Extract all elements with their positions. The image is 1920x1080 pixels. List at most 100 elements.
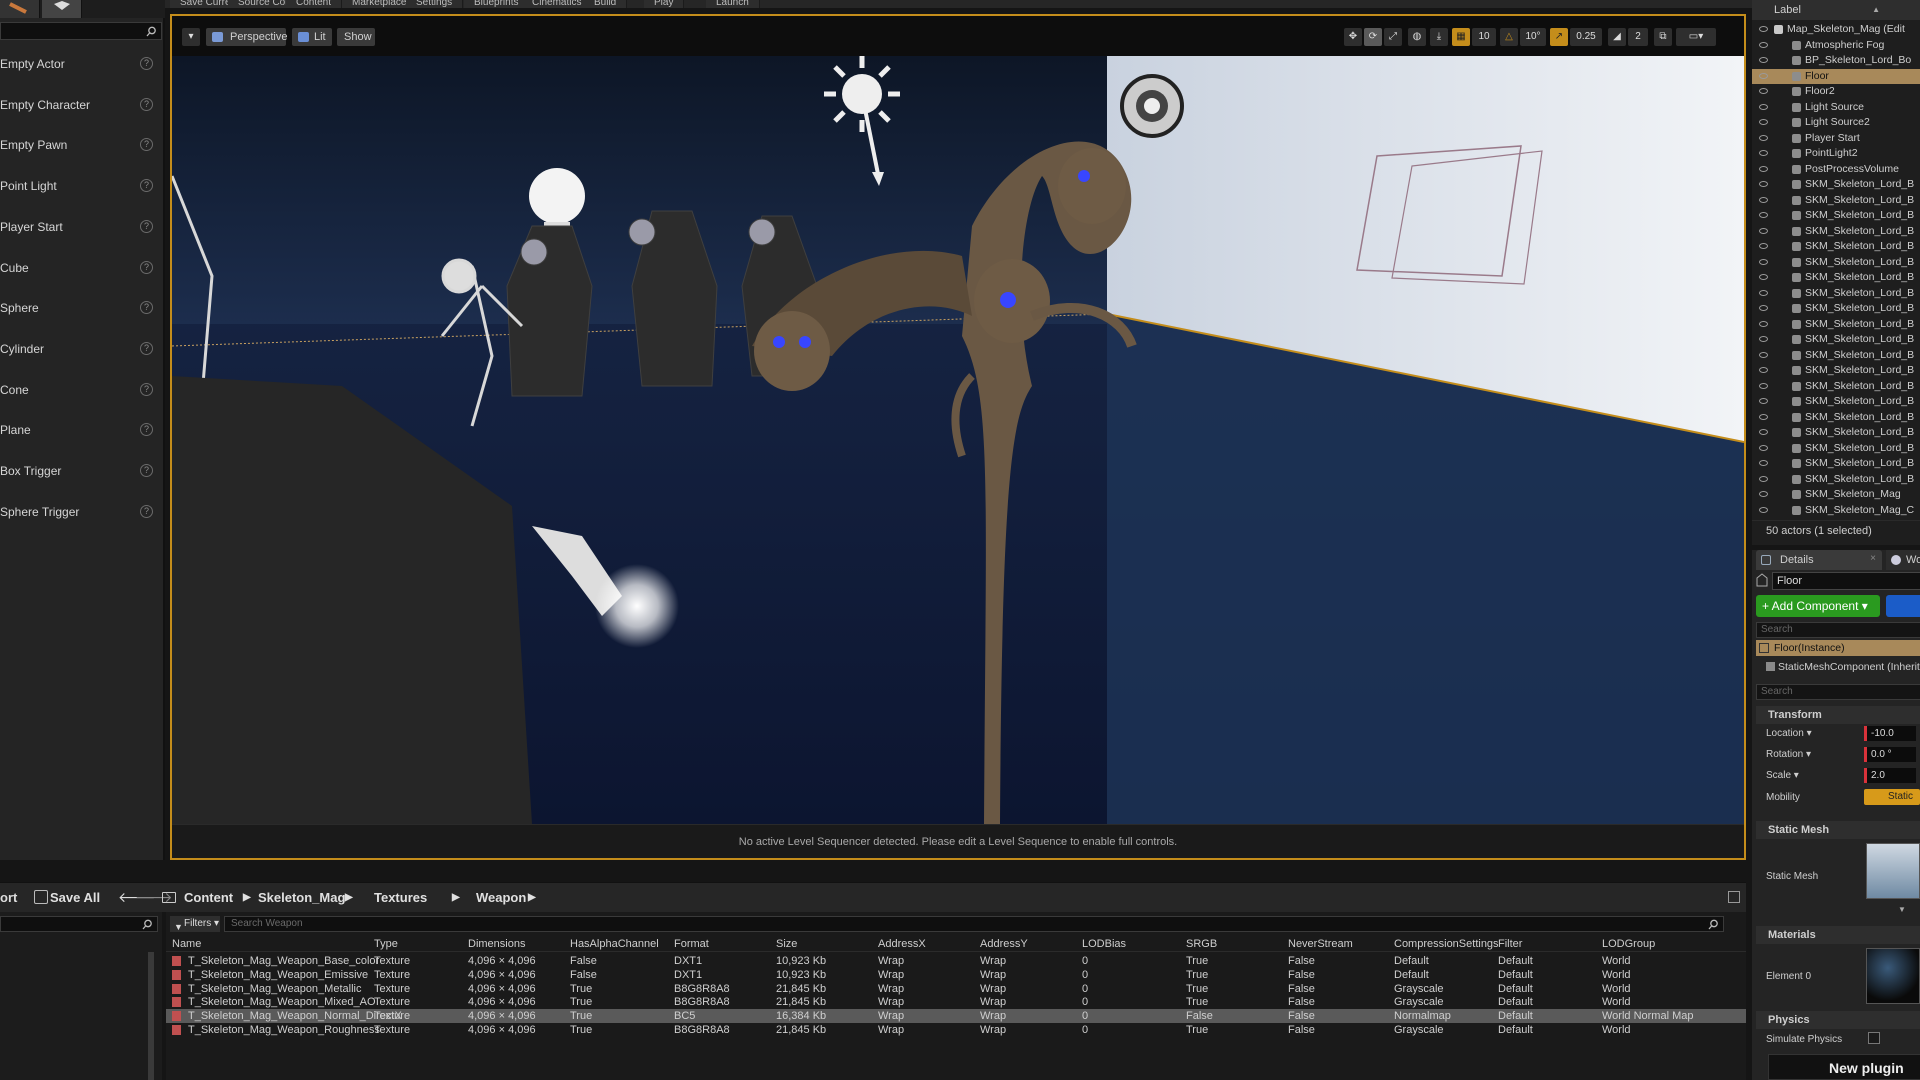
place-item[interactable]: Empty Pawn? (0, 127, 162, 163)
breadcrumb-item[interactable]: Weapon (476, 883, 526, 913)
place-item[interactable]: Player Start? (0, 209, 162, 245)
blueprint-button[interactable] (1886, 595, 1920, 617)
visibility-eye-icon[interactable] (1759, 398, 1768, 404)
outliner-row[interactable]: SKM_Skeleton_Lord_B (1752, 332, 1920, 348)
scale-x-field[interactable]: 2.0 (1864, 768, 1916, 783)
outliner-label-column[interactable]: Label ▲ (1752, 0, 1920, 20)
outliner-row[interactable]: SKM_Skeleton_Lord_B (1752, 317, 1920, 333)
table-row[interactable]: T_Skeleton_Mag_Weapon_Roughness Texture 4,… (166, 1023, 1746, 1037)
column-header[interactable]: Filter (1498, 938, 1522, 950)
layout-icon[interactable]: ▭▾ (1676, 28, 1716, 46)
materials-section-header[interactable]: Materials (1756, 926, 1920, 944)
help-icon[interactable]: ? (140, 464, 153, 477)
physics-section-header[interactable]: Physics (1756, 1011, 1920, 1029)
topbar-item[interactable]: Build (584, 0, 628, 8)
column-header[interactable]: LODBias (1082, 938, 1126, 950)
save-all-button[interactable]: Save All (50, 883, 100, 913)
help-icon[interactable]: ? (140, 57, 153, 70)
outliner-row[interactable]: SKM_Skeleton_Mag_C (1752, 503, 1920, 519)
column-header[interactable]: LODGroup (1602, 938, 1655, 950)
rotation-x-field[interactable]: 0.0 ° (1864, 747, 1916, 762)
visibility-eye-icon[interactable] (1759, 103, 1768, 110)
column-header[interactable]: AddressX (878, 938, 926, 950)
help-icon[interactable]: ? (140, 260, 153, 274)
visibility-eye-icon[interactable] (1759, 181, 1768, 187)
column-header[interactable]: SRGB (1186, 938, 1217, 950)
world-settings-tab[interactable]: Wo (1886, 550, 1920, 570)
outliner-row[interactable]: BP_Skeleton_Lord_Bo (1752, 53, 1920, 69)
grid-snap-value[interactable]: 10 (1472, 28, 1496, 46)
outliner-row[interactable]: SKM_Skeleton_Lord_B (1752, 441, 1920, 457)
help-icon[interactable]: ? (140, 219, 153, 233)
level-viewport[interactable]: ▾ Perspective Lit Show ✥ ⟳ ⤢ ◍ ⤓ ▦ 10 △ … (170, 14, 1746, 860)
visibility-eye-icon[interactable] (1759, 367, 1768, 373)
lock-icon[interactable] (1728, 891, 1740, 903)
visibility-eye-icon[interactable] (1759, 320, 1768, 327)
help-icon[interactable]: ? (140, 341, 153, 355)
column-header[interactable]: HasAlphaChannel (570, 938, 659, 950)
outliner-row[interactable]: SKM_Skeleton_Lord_B (1752, 410, 1920, 426)
table-row[interactable]: T_Skeleton_Mag_Weapon_Base_color Texture 4… (166, 954, 1746, 968)
visibility-eye-icon[interactable] (1759, 305, 1768, 311)
lit-button[interactable]: Lit (292, 28, 332, 46)
column-header[interactable]: Type (374, 938, 398, 950)
visibility-eye-icon[interactable] (1759, 258, 1768, 265)
place-item[interactable]: Point Light? (0, 168, 162, 204)
column-header[interactable]: NeverStream (1288, 938, 1353, 950)
scale-label[interactable]: Scale ▾ (1766, 770, 1799, 781)
topbar-item[interactable]: Play (644, 0, 685, 8)
place-item[interactable]: Sphere Trigger? (0, 494, 162, 530)
place-item[interactable]: Box Trigger? (0, 453, 162, 489)
table-row[interactable]: T_Skeleton_Mag_Weapon_Normal_DirectX Text… (166, 1009, 1746, 1024)
add-component-button[interactable]: + Add Component ▾ (1756, 595, 1880, 617)
viewport-scene[interactable] (172, 56, 1744, 824)
place-item[interactable]: Empty Actor? (0, 46, 162, 82)
paint-mode-icon[interactable] (42, 0, 82, 18)
outliner-row[interactable]: SKM_Skeleton_Lord_B (1752, 456, 1920, 472)
place-search-input[interactable] (0, 22, 162, 40)
topbar-item[interactable]: Content (286, 0, 343, 8)
visibility-eye-icon[interactable] (1759, 57, 1768, 63)
place-item[interactable]: Sphere? (0, 290, 162, 326)
perspective-button[interactable]: Perspective (206, 28, 287, 46)
visibility-eye-icon[interactable] (1759, 460, 1768, 466)
visibility-eye-icon[interactable] (1759, 506, 1768, 513)
details-tab[interactable]: Details × (1756, 550, 1882, 570)
visibility-eye-icon[interactable] (1759, 382, 1768, 389)
place-item[interactable]: Empty Character? (0, 87, 162, 123)
static-mesh-thumbnail[interactable] (1866, 843, 1920, 899)
breadcrumb-item[interactable]: Skeleton_Mag (258, 883, 345, 913)
help-icon[interactable]: ? (140, 179, 153, 193)
translate-icon[interactable]: ✥ (1344, 28, 1362, 46)
details-search-input[interactable]: Search (1756, 684, 1920, 700)
visibility-eye-icon[interactable] (1759, 41, 1768, 48)
outliner-row[interactable]: SKM_Skeleton_Lord_B (1752, 239, 1920, 255)
visibility-eye-icon[interactable] (1759, 72, 1768, 79)
column-header[interactable]: AddressY (980, 938, 1028, 950)
visibility-eye-icon[interactable] (1759, 336, 1768, 342)
table-row[interactable]: T_Skeleton_Mag_Weapon_Metallic Texture 4,0… (166, 982, 1746, 996)
sources-search-input[interactable] (0, 916, 158, 932)
filters-button[interactable]: ▼ Filters ▾ (170, 916, 220, 932)
visibility-eye-icon[interactable] (1759, 351, 1768, 358)
visibility-eye-icon[interactable] (1759, 119, 1768, 125)
static-mesh-section-header[interactable]: Static Mesh (1756, 821, 1920, 839)
scale-snap-icon[interactable]: ↗ (1550, 28, 1568, 46)
visibility-eye-icon[interactable] (1759, 196, 1768, 203)
asset-search-input[interactable]: Search Weapon (224, 916, 1724, 932)
outliner-row[interactable]: PostProcessVolume (1752, 162, 1920, 178)
viewport-options-button[interactable]: ▾ (182, 28, 200, 46)
camera-speed-icon[interactable]: ◢ (1608, 28, 1626, 46)
place-item[interactable]: Cube? (0, 250, 162, 286)
topbar-item[interactable]: Blueprints (464, 0, 530, 8)
help-icon[interactable]: ? (140, 138, 153, 152)
outliner-row[interactable]: Floor2 (1752, 84, 1920, 100)
outliner-row[interactable]: SKM_Skeleton_Lord_B (1752, 177, 1920, 193)
sources-scrollbar[interactable] (148, 952, 154, 1080)
table-row[interactable]: T_Skeleton_Mag_Weapon_Mixed_AO Texture 4,0… (166, 995, 1746, 1009)
rotation-snap-icon[interactable]: △ (1500, 28, 1518, 46)
maximize-icon[interactable]: ⧉ (1654, 28, 1672, 46)
visibility-eye-icon[interactable] (1759, 475, 1768, 482)
column-header[interactable]: Dimensions (468, 938, 525, 950)
breadcrumb-item[interactable]: Content (184, 883, 233, 913)
